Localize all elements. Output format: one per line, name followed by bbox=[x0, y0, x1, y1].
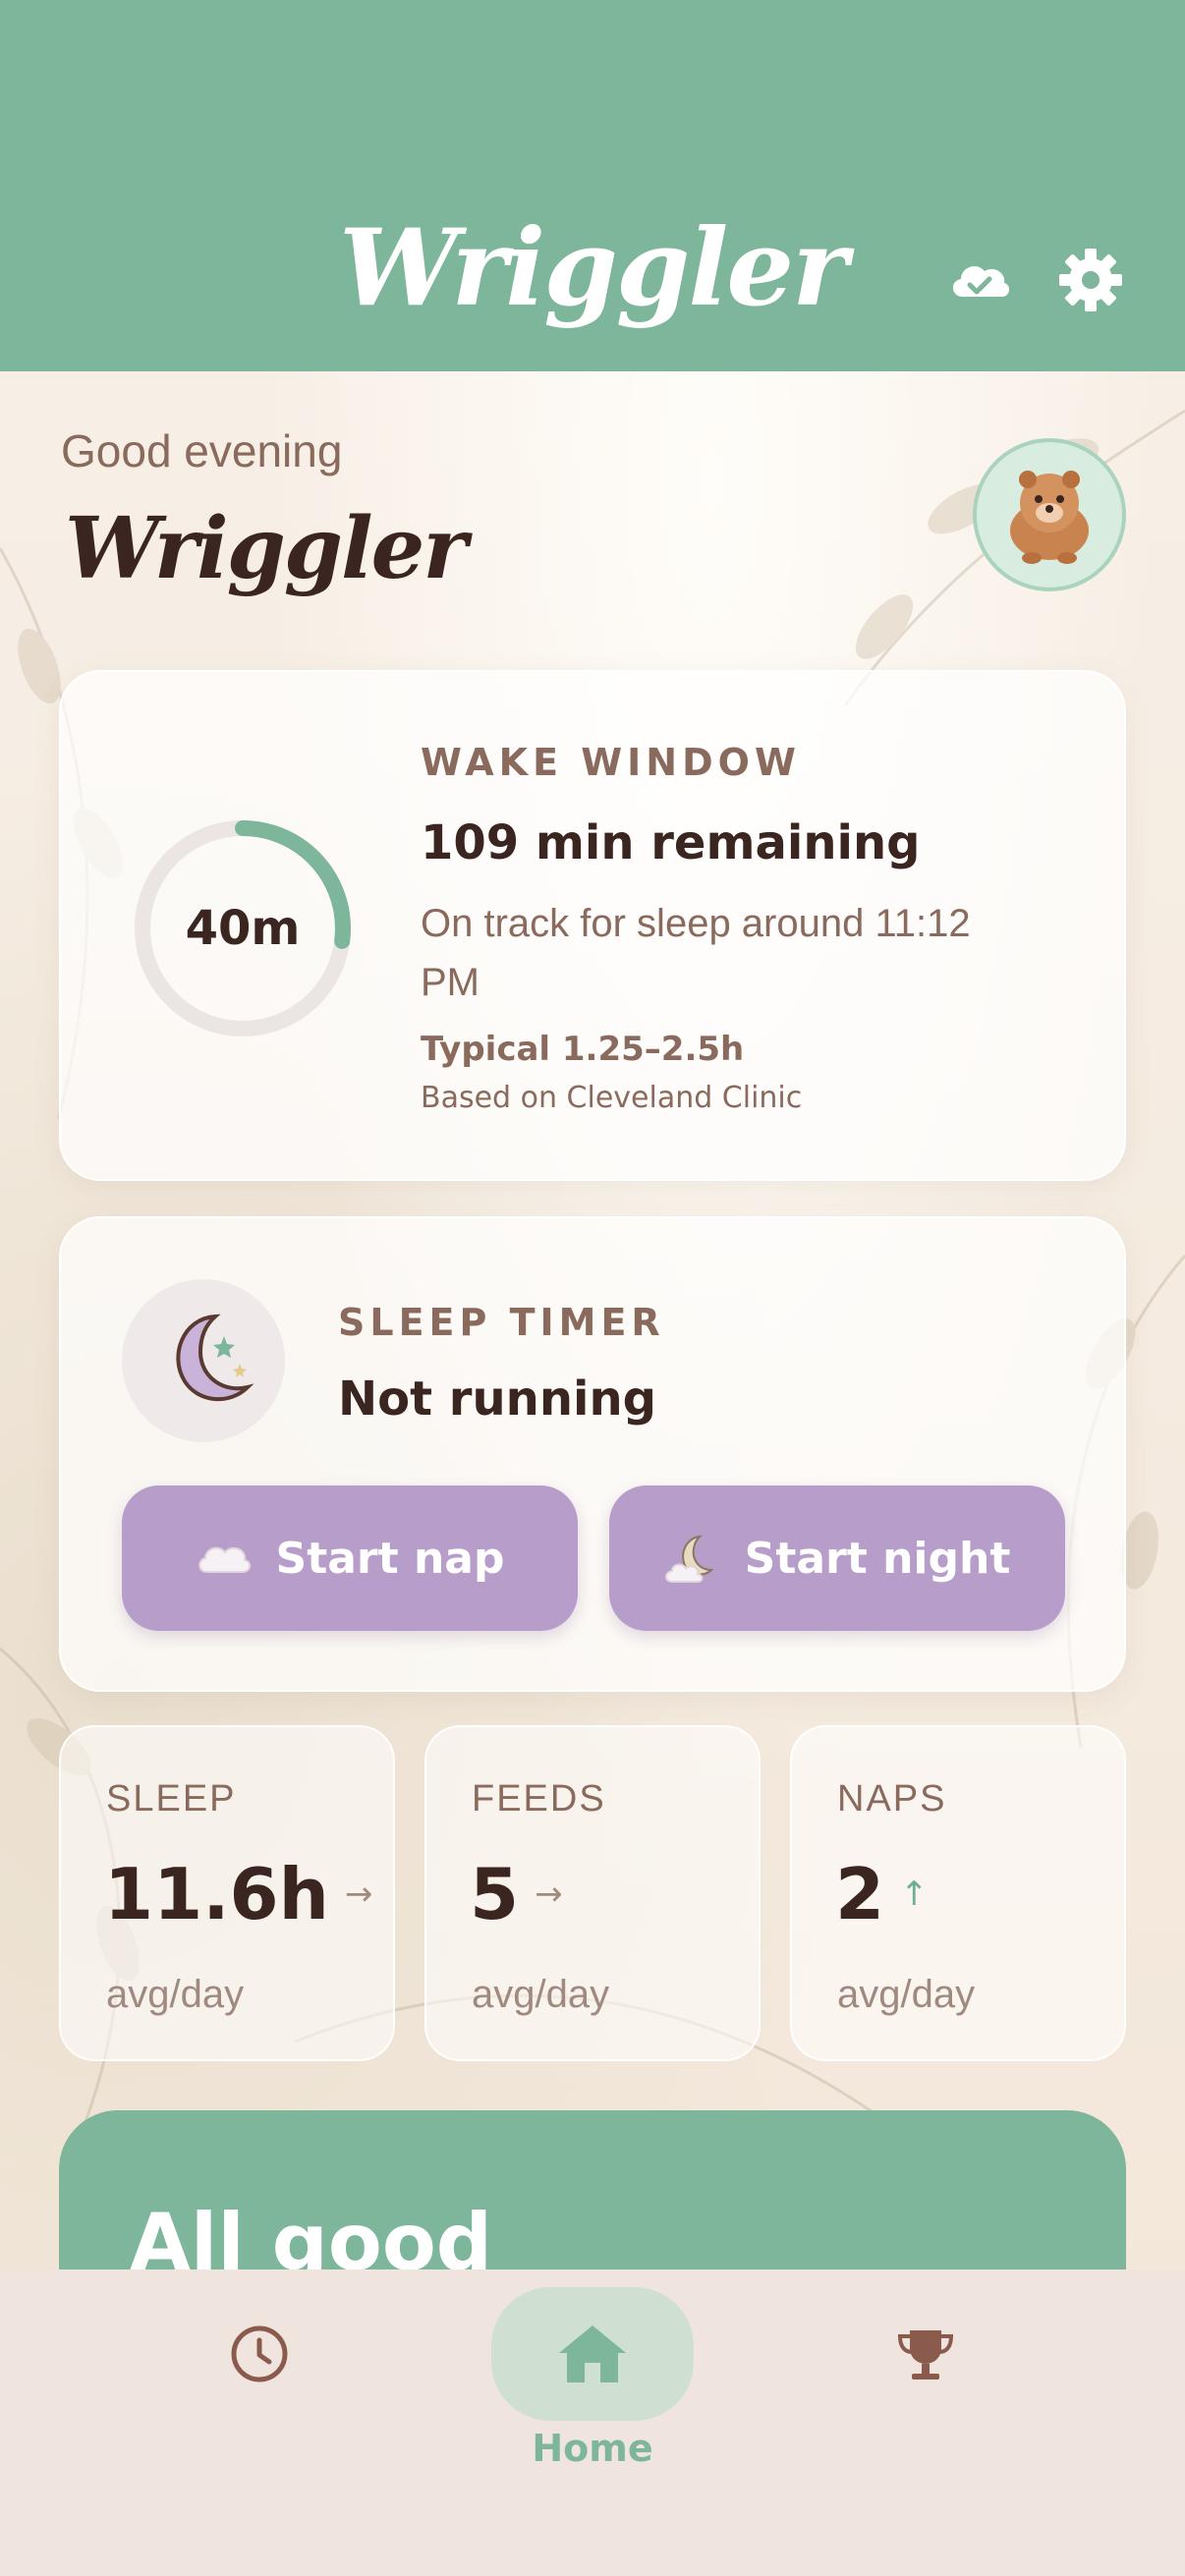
stat-card-naps[interactable]: NAPS 2 ↑ avg/day bbox=[790, 1725, 1126, 2061]
stat-value: 11.6h → bbox=[104, 1853, 372, 1935]
avatar[interactable] bbox=[973, 438, 1126, 591]
nav-home[interactable] bbox=[491, 2287, 694, 2421]
stat-sub: avg/day bbox=[837, 1973, 976, 2016]
sleep-timer-card: SLEEP TIMER Not running Start nap Start … bbox=[59, 1216, 1126, 1692]
history-icon[interactable] bbox=[228, 2323, 291, 2385]
wake-elapsed: 40m bbox=[185, 901, 301, 956]
sleep-timer-title: SLEEP TIMER bbox=[338, 1301, 665, 1344]
trend-flat-icon: → bbox=[535, 1875, 563, 1914]
wake-window-title: WAKE WINDOW bbox=[421, 741, 801, 784]
wake-source: Based on Cleveland Clinic bbox=[421, 1081, 803, 1115]
stat-value: 5 → bbox=[470, 1853, 563, 1935]
moon-stars-icon bbox=[176, 1314, 254, 1401]
home-icon bbox=[559, 2325, 626, 2382]
moon-cloud-icon bbox=[664, 1535, 714, 1583]
stat-card-sleep[interactable]: SLEEP 11.6h → avg/day bbox=[59, 1725, 395, 2061]
stat-number: 11.6h bbox=[104, 1853, 329, 1935]
start-nap-button[interactable]: Start nap bbox=[122, 1485, 578, 1631]
wake-window-card[interactable]: 40m WAKE WINDOW 109 min remaining On tra… bbox=[59, 670, 1126, 1181]
wake-remaining: 109 min remaining bbox=[421, 815, 921, 870]
trophy-icon[interactable] bbox=[894, 2323, 957, 2385]
sleep-timer-status: Not running bbox=[338, 1372, 656, 1427]
cloud-icon bbox=[198, 1546, 251, 1573]
baby-name: Wriggler bbox=[65, 499, 468, 598]
wake-typical: Typical 1.25–2.5h bbox=[421, 1030, 745, 1069]
nav-home-label[interactable]: Home bbox=[491, 2427, 694, 2470]
start-nap-label: Start nap bbox=[275, 1533, 505, 1584]
bottom-nav: Home bbox=[0, 2269, 1185, 2576]
trend-up-icon: ↑ bbox=[900, 1875, 929, 1914]
moon-badge bbox=[122, 1279, 285, 1442]
stat-number: 5 bbox=[470, 1853, 520, 1935]
greeting-text: Good evening bbox=[61, 425, 343, 476]
cloud-check-icon[interactable] bbox=[945, 246, 1014, 314]
start-night-label: Start night bbox=[744, 1533, 1011, 1584]
stat-number: 2 bbox=[835, 1853, 885, 1935]
stat-value: 2 ↑ bbox=[835, 1853, 929, 1935]
gear-icon[interactable] bbox=[1056, 246, 1125, 314]
stat-label: NAPS bbox=[837, 1778, 947, 1820]
bear-avatar-icon bbox=[1010, 471, 1089, 564]
stat-card-feeds[interactable]: FEEDS 5 → avg/day bbox=[424, 1725, 761, 2061]
wake-on-track: On track for sleep around 11:12 PM bbox=[421, 902, 971, 1004]
stat-label: SLEEP bbox=[106, 1778, 237, 1820]
stat-sub: avg/day bbox=[472, 1973, 610, 2016]
trend-flat-icon: → bbox=[344, 1875, 373, 1914]
stat-sub: avg/day bbox=[106, 1973, 245, 2016]
start-night-button[interactable]: Start night bbox=[609, 1485, 1065, 1631]
app-header: Wriggler bbox=[0, 0, 1185, 371]
stat-label: FEEDS bbox=[472, 1778, 606, 1820]
